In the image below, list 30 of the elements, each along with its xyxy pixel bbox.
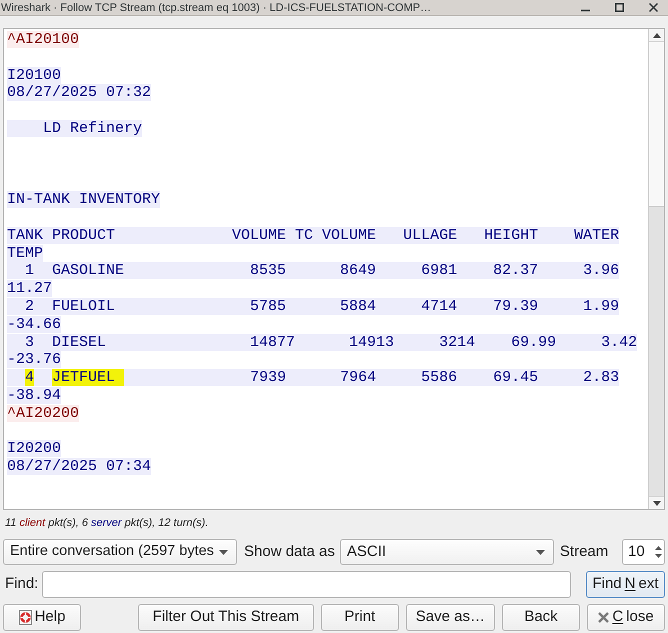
dialog-button[interactable]: Print	[320, 604, 399, 631]
help-button[interactable]: Help	[3, 604, 81, 631]
down-arrow-icon	[652, 500, 660, 506]
caret-down-icon	[219, 550, 228, 554]
scroll-down-button[interactable]	[649, 496, 664, 509]
close-button[interactable]: C lose	[587, 604, 665, 631]
window-title: Wireshark · Follow TCP Stream (tcp.stream eq 1003) · LD-ICS-FUELSTATION-COMP…	[0, 0, 432, 14]
scrollbar-thumb[interactable]	[649, 42, 664, 207]
caret-down-icon	[536, 550, 545, 554]
maximize-icon[interactable]	[615, 3, 624, 12]
find-input[interactable]	[42, 571, 571, 598]
find-next-button[interactable]: Find N ext	[586, 571, 665, 598]
spin-up-icon[interactable]	[655, 546, 662, 550]
find-label: Find:	[4, 574, 40, 594]
dialog-button[interactable]: Back	[502, 604, 580, 631]
lifebuoy-icon	[18, 610, 32, 625]
stream-label: Stream	[560, 542, 608, 562]
up-arrow-icon	[652, 32, 660, 38]
close-icon[interactable]	[649, 3, 658, 12]
dialog-button[interactable]: Save as…	[406, 604, 495, 631]
show-data-as-label: Show data as	[244, 542, 335, 562]
dialog-button[interactable]: Filter Out This Stream	[138, 604, 314, 631]
stream-summary-text: 11 client pkt(s), 6 server pkt(s), 12 turn(s).	[5, 516, 208, 530]
scrollbar[interactable]	[648, 29, 664, 509]
show-data-as-dropdown[interactable]: ASCII	[340, 539, 554, 565]
scroll-up-button[interactable]	[649, 29, 664, 42]
stream-spinbox[interactable]: 10	[622, 539, 665, 565]
conversation-dropdown[interactable]: Entire conversation (2597 bytes	[3, 539, 237, 565]
spin-down-icon[interactable]	[655, 554, 662, 558]
close-icon	[598, 612, 610, 623]
